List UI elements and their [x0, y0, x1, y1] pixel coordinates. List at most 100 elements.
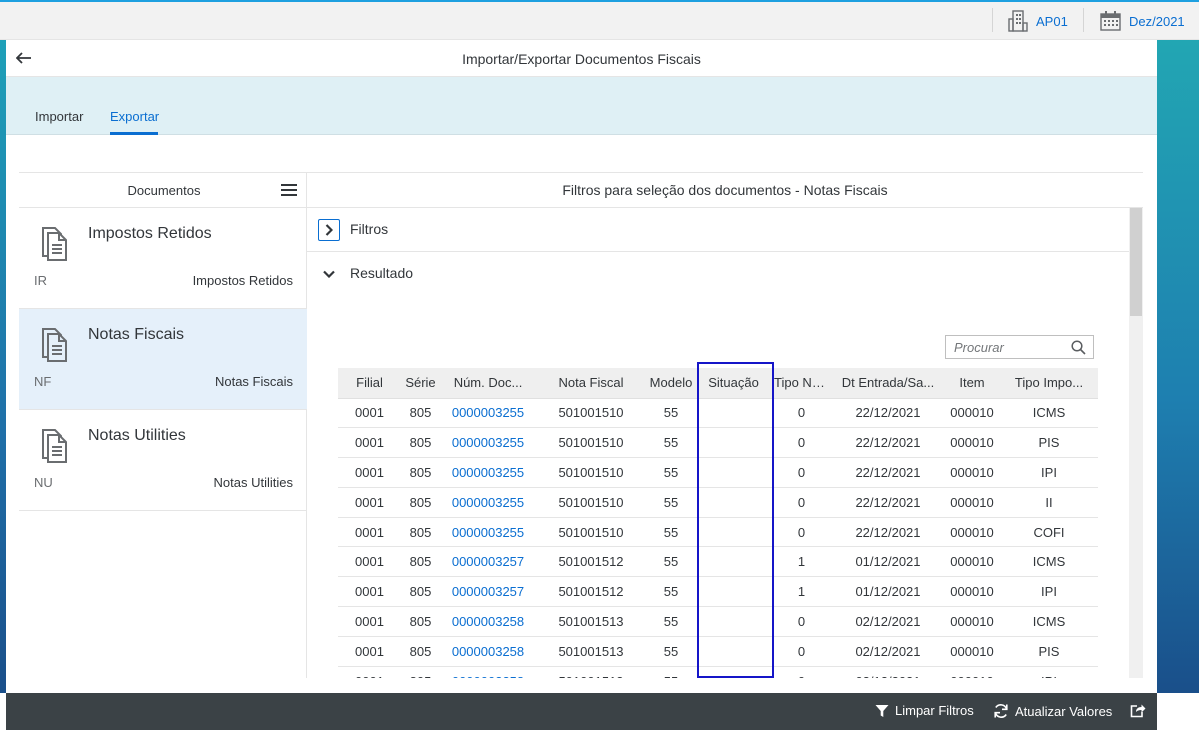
column-header[interactable]: Série: [401, 368, 440, 399]
clear-filters-label: Limpar Filtros: [895, 703, 974, 718]
clear-filters-button[interactable]: Limpar Filtros: [875, 703, 974, 718]
table-cell[interactable]: 0000003257: [440, 576, 536, 608]
table-row[interactable]: 0001 805 0000003255 501001510 55 0 22/12/2021 0…: [338, 487, 1098, 518]
table-cell[interactable]: 0000003258: [440, 666, 536, 678]
table-row[interactable]: 0001 805 0000003255 501001510 55 0 22/12/2021 0…: [338, 517, 1098, 548]
tab-exportar[interactable]: Exportar: [110, 109, 159, 124]
list-item-code: NU: [34, 475, 53, 490]
table-cell: 0: [771, 427, 832, 459]
table-row[interactable]: 0001 805 0000003255 501001510 55 0 22/12/2021 0…: [338, 427, 1098, 459]
table-cell: 501001512: [536, 546, 646, 578]
tab-importar[interactable]: Importar: [35, 109, 83, 124]
calendar-icon: [1100, 11, 1121, 31]
table-cell[interactable]: 0000003258: [440, 636, 536, 667]
tab-bar: Importar Exportar: [6, 77, 1157, 135]
table-cell: 0001: [338, 427, 401, 459]
search-field[interactable]: [945, 335, 1094, 359]
table-cell: 805: [401, 606, 440, 637]
table-cell: 805: [401, 576, 440, 608]
share-icon: [1130, 704, 1146, 718]
table-cell[interactable]: 0000003255: [440, 398, 536, 429]
list-item-code: NF: [34, 374, 52, 389]
table-cell: 55: [646, 398, 696, 429]
table-cell: 0: [771, 457, 832, 488]
table-cell: 000010: [944, 517, 1000, 548]
shell-separator: [992, 8, 993, 32]
table-cell[interactable]: 0000003255: [440, 427, 536, 459]
table-cell: PIS: [1000, 427, 1098, 459]
table-cell: 0001: [338, 576, 401, 608]
period-selector[interactable]: Dez/2021: [1100, 8, 1185, 34]
table-cell[interactable]: 0000003255: [440, 517, 536, 548]
table-cell: 55: [646, 517, 696, 548]
refresh-icon: [994, 704, 1008, 718]
table-cell[interactable]: 0000003257: [440, 546, 536, 578]
table-cell: 22/12/2021: [832, 398, 944, 429]
list-item-description: Notas Utilities: [213, 475, 293, 490]
table-cell: 55: [646, 606, 696, 637]
column-header[interactable]: Filial: [338, 368, 401, 399]
table-cell: 22/12/2021: [832, 427, 944, 459]
table-cell[interactable]: 0000003255: [440, 487, 536, 518]
results-table-container: Filial Série Núm. Doc... Nota Fiscal Modelo S…: [338, 368, 1098, 678]
result-collapse-button[interactable]: [318, 263, 340, 285]
filters-expand-button[interactable]: [318, 219, 340, 241]
vertical-scrollbar[interactable]: [1129, 208, 1143, 678]
list-item-code: IR: [34, 273, 47, 288]
table-cell[interactable]: 0000003258: [440, 606, 536, 637]
table-cell: ICMS: [1000, 546, 1098, 578]
filters-label: Filtros: [350, 221, 389, 237]
filter-icon: [875, 704, 889, 717]
column-header[interactable]: Tipo Nota: [771, 368, 832, 399]
hamburger-menu-icon[interactable]: [281, 184, 297, 198]
table-cell: [696, 546, 771, 578]
table-cell: 0001: [338, 666, 401, 678]
column-header[interactable]: Item: [944, 368, 1000, 399]
table-cell: [696, 398, 771, 429]
table-cell: 805: [401, 398, 440, 429]
table-cell: 805: [401, 487, 440, 518]
table-cell: 0001: [338, 606, 401, 637]
column-header[interactable]: Tipo Impo...: [1000, 368, 1098, 399]
table-row[interactable]: 0001805000000325850100151355 002/12/20210…: [338, 666, 1098, 678]
table-row[interactable]: 0001 805 0000003255 501001510 55 0 22/12/2021 0…: [338, 457, 1098, 488]
column-header[interactable]: Nota Fiscal: [536, 368, 646, 399]
table-cell: 000010: [944, 398, 1000, 429]
filters-panel-header: Filtros: [307, 208, 1129, 252]
column-header[interactable]: Núm. Doc...: [440, 368, 536, 399]
column-header[interactable]: Situação: [696, 368, 771, 399]
refresh-values-label: Atualizar Valores: [1015, 703, 1113, 719]
table-cell: 805: [401, 427, 440, 459]
table-cell[interactable]: 0000003255: [440, 457, 536, 488]
table-cell: 501001513: [536, 636, 646, 667]
export-button[interactable]: [1130, 703, 1146, 718]
list-item-title: Notas Fiscais: [88, 326, 185, 343]
background-right: [1157, 40, 1199, 693]
table-row[interactable]: 0001 805 0000003257 501001512 55 1 01/12/2021 0…: [338, 576, 1098, 608]
list-item-title: Notas Utilities: [88, 427, 186, 444]
table-row[interactable]: 0001 805 0000003255 501001510 55 0 22/12/2021 0…: [338, 398, 1098, 429]
table-cell: 501001510: [536, 398, 646, 429]
table-cell: 000010: [944, 427, 1000, 459]
table-cell: ICMS: [1000, 398, 1098, 429]
column-header[interactable]: Modelo: [646, 368, 696, 399]
list-item-impostos-retidos[interactable]: Impostos Retidos IR Impostos Retidos: [19, 208, 307, 309]
table-row[interactable]: 0001805000000325850100151355 002/12/20210…: [338, 606, 1098, 637]
table-row[interactable]: 0001 805 0000003257 501001512 55 1 01/12/2021 0…: [338, 546, 1098, 578]
shell-separator: [1083, 8, 1084, 32]
refresh-values-button[interactable]: Atualizar Valores: [993, 703, 1112, 719]
list-item-notas-utilities[interactable]: Notas Utilities NU Notas Utilities: [19, 410, 307, 511]
table-cell: 0001: [338, 398, 401, 429]
company-selector[interactable]: AP01: [1008, 8, 1068, 34]
search-input[interactable]: [946, 336, 1066, 358]
search-icon[interactable]: [1071, 340, 1086, 355]
scrollbar-thumb[interactable]: [1130, 208, 1142, 316]
page-title: Importar/Exportar Documentos Fiscais: [462, 51, 701, 67]
table-cell: IPI: [1000, 457, 1098, 488]
column-header[interactable]: Dt Entrada/Sa...: [832, 368, 944, 399]
list-item-notas-fiscais[interactable]: Notas Fiscais NF Notas Fiscais: [19, 309, 307, 410]
table-cell: 805: [401, 666, 440, 678]
result-label: Resultado: [350, 265, 414, 281]
table-row[interactable]: 0001805000000325850100151355 002/12/20210…: [338, 636, 1098, 667]
documents-list-header: Documentos: [19, 172, 307, 208]
